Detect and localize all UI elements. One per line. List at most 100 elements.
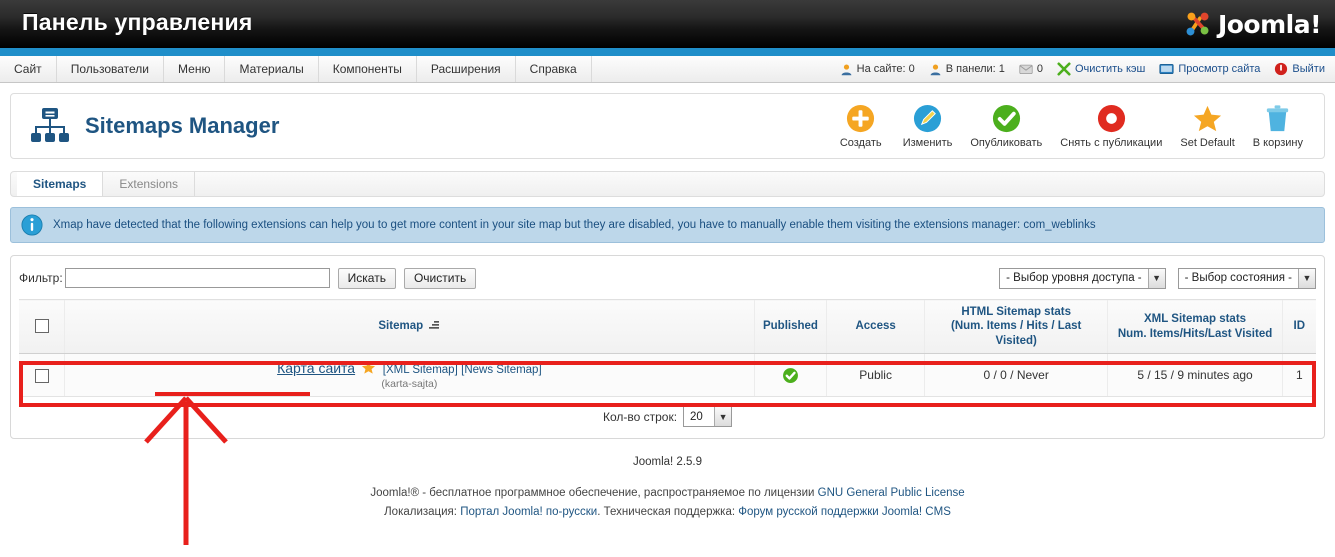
sitemap-alias: (karta-sajta) — [381, 378, 438, 391]
chevron-down-icon: ▼ — [714, 407, 732, 427]
logout-icon — [1275, 62, 1288, 76]
menu-item-components[interactable]: Компоненты — [319, 56, 417, 82]
publish-button[interactable]: Опубликовать — [963, 103, 1049, 149]
clear-button[interactable]: Очистить — [403, 267, 477, 289]
column-header-sitemap-label: Sitemap — [378, 320, 424, 333]
column-header-id[interactable]: ID — [1281, 298, 1316, 355]
footer: Joomla! 2.5.9 Joomla!® - бесплатное прог… — [0, 453, 1335, 522]
sitemaps-manager-title: Sitemaps Manager — [85, 113, 280, 138]
unpublish-circle-icon — [1097, 104, 1125, 133]
xml-sitemap-link[interactable]: [XML Sitemap] — [383, 364, 458, 376]
set-default-button-label: Set Default — [1180, 137, 1235, 149]
star-icon — [1194, 105, 1222, 132]
top-header: Панель управления Joomla! — [0, 0, 1335, 48]
toolbar: Создать Изменить Опубликовать Снять с пу… — [830, 103, 1324, 149]
default-star-icon[interactable] — [361, 360, 376, 375]
trash-button[interactable]: В корзину — [1246, 103, 1310, 149]
chevron-down-icon: ▼ — [1147, 268, 1165, 288]
clear-cache-icon — [1057, 62, 1071, 76]
edit-button-label: Изменить — [902, 137, 953, 149]
row-id-cell: 1 — [1281, 353, 1316, 398]
row-html-stats-cell: 0 / 0 / Never — [923, 353, 1108, 398]
joomla-brand-text: Joomla! — [1217, 9, 1322, 39]
menu-item-extensions[interactable]: Расширения — [417, 56, 516, 82]
publish-button-label: Опубликовать — [970, 137, 1043, 149]
filter-label: Фильтр: — [19, 271, 63, 285]
preview-site-button[interactable]: Просмотр сайта — [1159, 63, 1260, 75]
joomla-ru-forum-link[interactable]: Форум русской поддержки Joomla! CMS — [738, 506, 951, 518]
footer-license-line: Joomla!® - бесплатное программное обеспе… — [0, 484, 1335, 503]
select-all-checkbox[interactable] — [34, 319, 49, 334]
status-admins-label: В панели: 1 — [945, 63, 1005, 75]
state-select[interactable]: - Выбор состояния - ▼ — [1177, 267, 1316, 289]
trash-button-label: В корзину — [1252, 137, 1303, 149]
column-header-html-stats-label: HTML Sitemap stats — [961, 306, 1072, 318]
access-level-select-value: - Выбор уровня доступа - — [1006, 272, 1142, 284]
menu-item-help[interactable]: Справка — [516, 56, 592, 82]
page-title-wrap: Sitemaps Manager — [11, 106, 279, 146]
column-header-xml-stats-label: XML Sitemap stats — [1144, 313, 1247, 326]
logout-button[interactable]: Выйти — [1274, 62, 1325, 76]
info-message-text: Xmap have detected that the following ex… — [53, 219, 1096, 231]
sitemaps-panel: Фильтр: Искать Очистить - Выбор уровня д… — [10, 255, 1325, 440]
column-header-html-stats-sub: (Num. Items / Hits / Last Visited) — [951, 320, 1082, 347]
tab-extensions[interactable]: Extensions — [103, 172, 196, 196]
search-input[interactable] — [64, 268, 330, 288]
menu-item-site[interactable]: Сайт — [0, 56, 57, 82]
logout-label: Выйти — [1292, 63, 1325, 75]
column-header-sitemap[interactable]: Sitemap — [64, 298, 754, 355]
tab-sitemaps[interactable]: Sitemaps — [17, 172, 104, 196]
joomla-logo[interactable]: Joomla! — [1177, 5, 1327, 43]
visitors-icon — [841, 63, 851, 75]
gpl-license-link[interactable]: GNU General Public License — [818, 487, 965, 499]
search-button[interactable]: Искать — [337, 267, 396, 289]
clear-cache-label: Очистить кэш — [1075, 63, 1146, 75]
row-sitemap-cell: Карта сайта [XML Sitemap] [News Sitemap]… — [64, 353, 754, 398]
status-visitors: На сайте: 0 — [840, 63, 915, 76]
row-access-cell: Public — [826, 353, 925, 398]
sort-asc-icon — [429, 321, 440, 330]
list-limit-select[interactable]: 20 ▼ — [683, 406, 733, 428]
check-circle-icon — [783, 367, 798, 383]
clear-cache-button[interactable]: Очистить кэш — [1057, 62, 1145, 76]
set-default-button[interactable]: Set Default — [1173, 103, 1241, 149]
unpublish-button-label: Снять с публикации — [1060, 137, 1163, 149]
row-checkbox[interactable] — [34, 368, 49, 383]
info-icon — [21, 214, 43, 236]
trash-icon — [1267, 105, 1289, 132]
admins-icon — [930, 63, 941, 75]
list-limit-label: Кол-во строк: — [602, 409, 678, 424]
column-header-published[interactable]: Published — [753, 298, 827, 355]
edit-button[interactable]: Изменить — [896, 103, 960, 149]
footer-localization-line: Локализация: Портал Joomla! по-русски. Т… — [0, 503, 1335, 522]
status-messages[interactable]: 0 — [1019, 63, 1043, 75]
column-header-xml-stats-sub: Num. Items/Hits/Last Visited — [1117, 327, 1273, 340]
pagination-bar: Кол-во строк: 20 ▼ — [19, 396, 1316, 430]
row-sitemap-line: Карта сайта [XML Sitemap] [News Sitemap] — [69, 360, 749, 376]
tab-bar: Sitemaps Extensions — [10, 171, 1325, 197]
column-header-access[interactable]: Access — [826, 298, 925, 355]
column-header-html-stats: HTML Sitemap stats (Num. Items / Hits / … — [923, 298, 1108, 355]
table-header-row: Sitemap Published Access HTML Sitemap st… — [19, 298, 1316, 355]
sitemaps-table: Sitemap Published Access HTML Sitemap st… — [19, 298, 1316, 398]
news-sitemap-link[interactable]: [News Sitemap] — [461, 364, 542, 376]
column-header-xml-stats: XML Sitemap stats Num. Items/Hits/Last V… — [1107, 298, 1283, 355]
main-menu-bar: Сайт Пользователи Меню Материалы Компоне… — [0, 56, 1335, 83]
joomla-logo-icon — [1186, 12, 1209, 36]
joomla-ru-portal-link[interactable]: Портал Joomla! по-русски — [460, 506, 597, 518]
menu-item-menus[interactable]: Меню — [164, 56, 226, 82]
footer-localization-text: Локализация: — [384, 506, 461, 519]
access-level-select[interactable]: - Выбор уровня доступа - ▼ — [999, 267, 1166, 289]
footer-support-text: . Техническая поддержка: — [597, 506, 739, 519]
menu-item-content[interactable]: Материалы — [225, 56, 319, 82]
unpublish-button[interactable]: Снять с публикации — [1053, 103, 1169, 149]
sitemap-name-link[interactable]: Карта сайта — [277, 360, 355, 376]
new-button[interactable]: Создать — [830, 103, 892, 149]
page-header-bar: Sitemaps Manager Создать Изменить Опубли… — [10, 93, 1325, 159]
preview-site-label: Просмотр сайта — [1178, 63, 1261, 75]
chevron-down-icon: ▼ — [1298, 268, 1315, 288]
sitemap-icon — [31, 108, 69, 142]
column-header-checkbox — [19, 298, 65, 355]
menu-item-users[interactable]: Пользователи — [57, 56, 165, 82]
row-published-cell[interactable] — [753, 353, 827, 398]
